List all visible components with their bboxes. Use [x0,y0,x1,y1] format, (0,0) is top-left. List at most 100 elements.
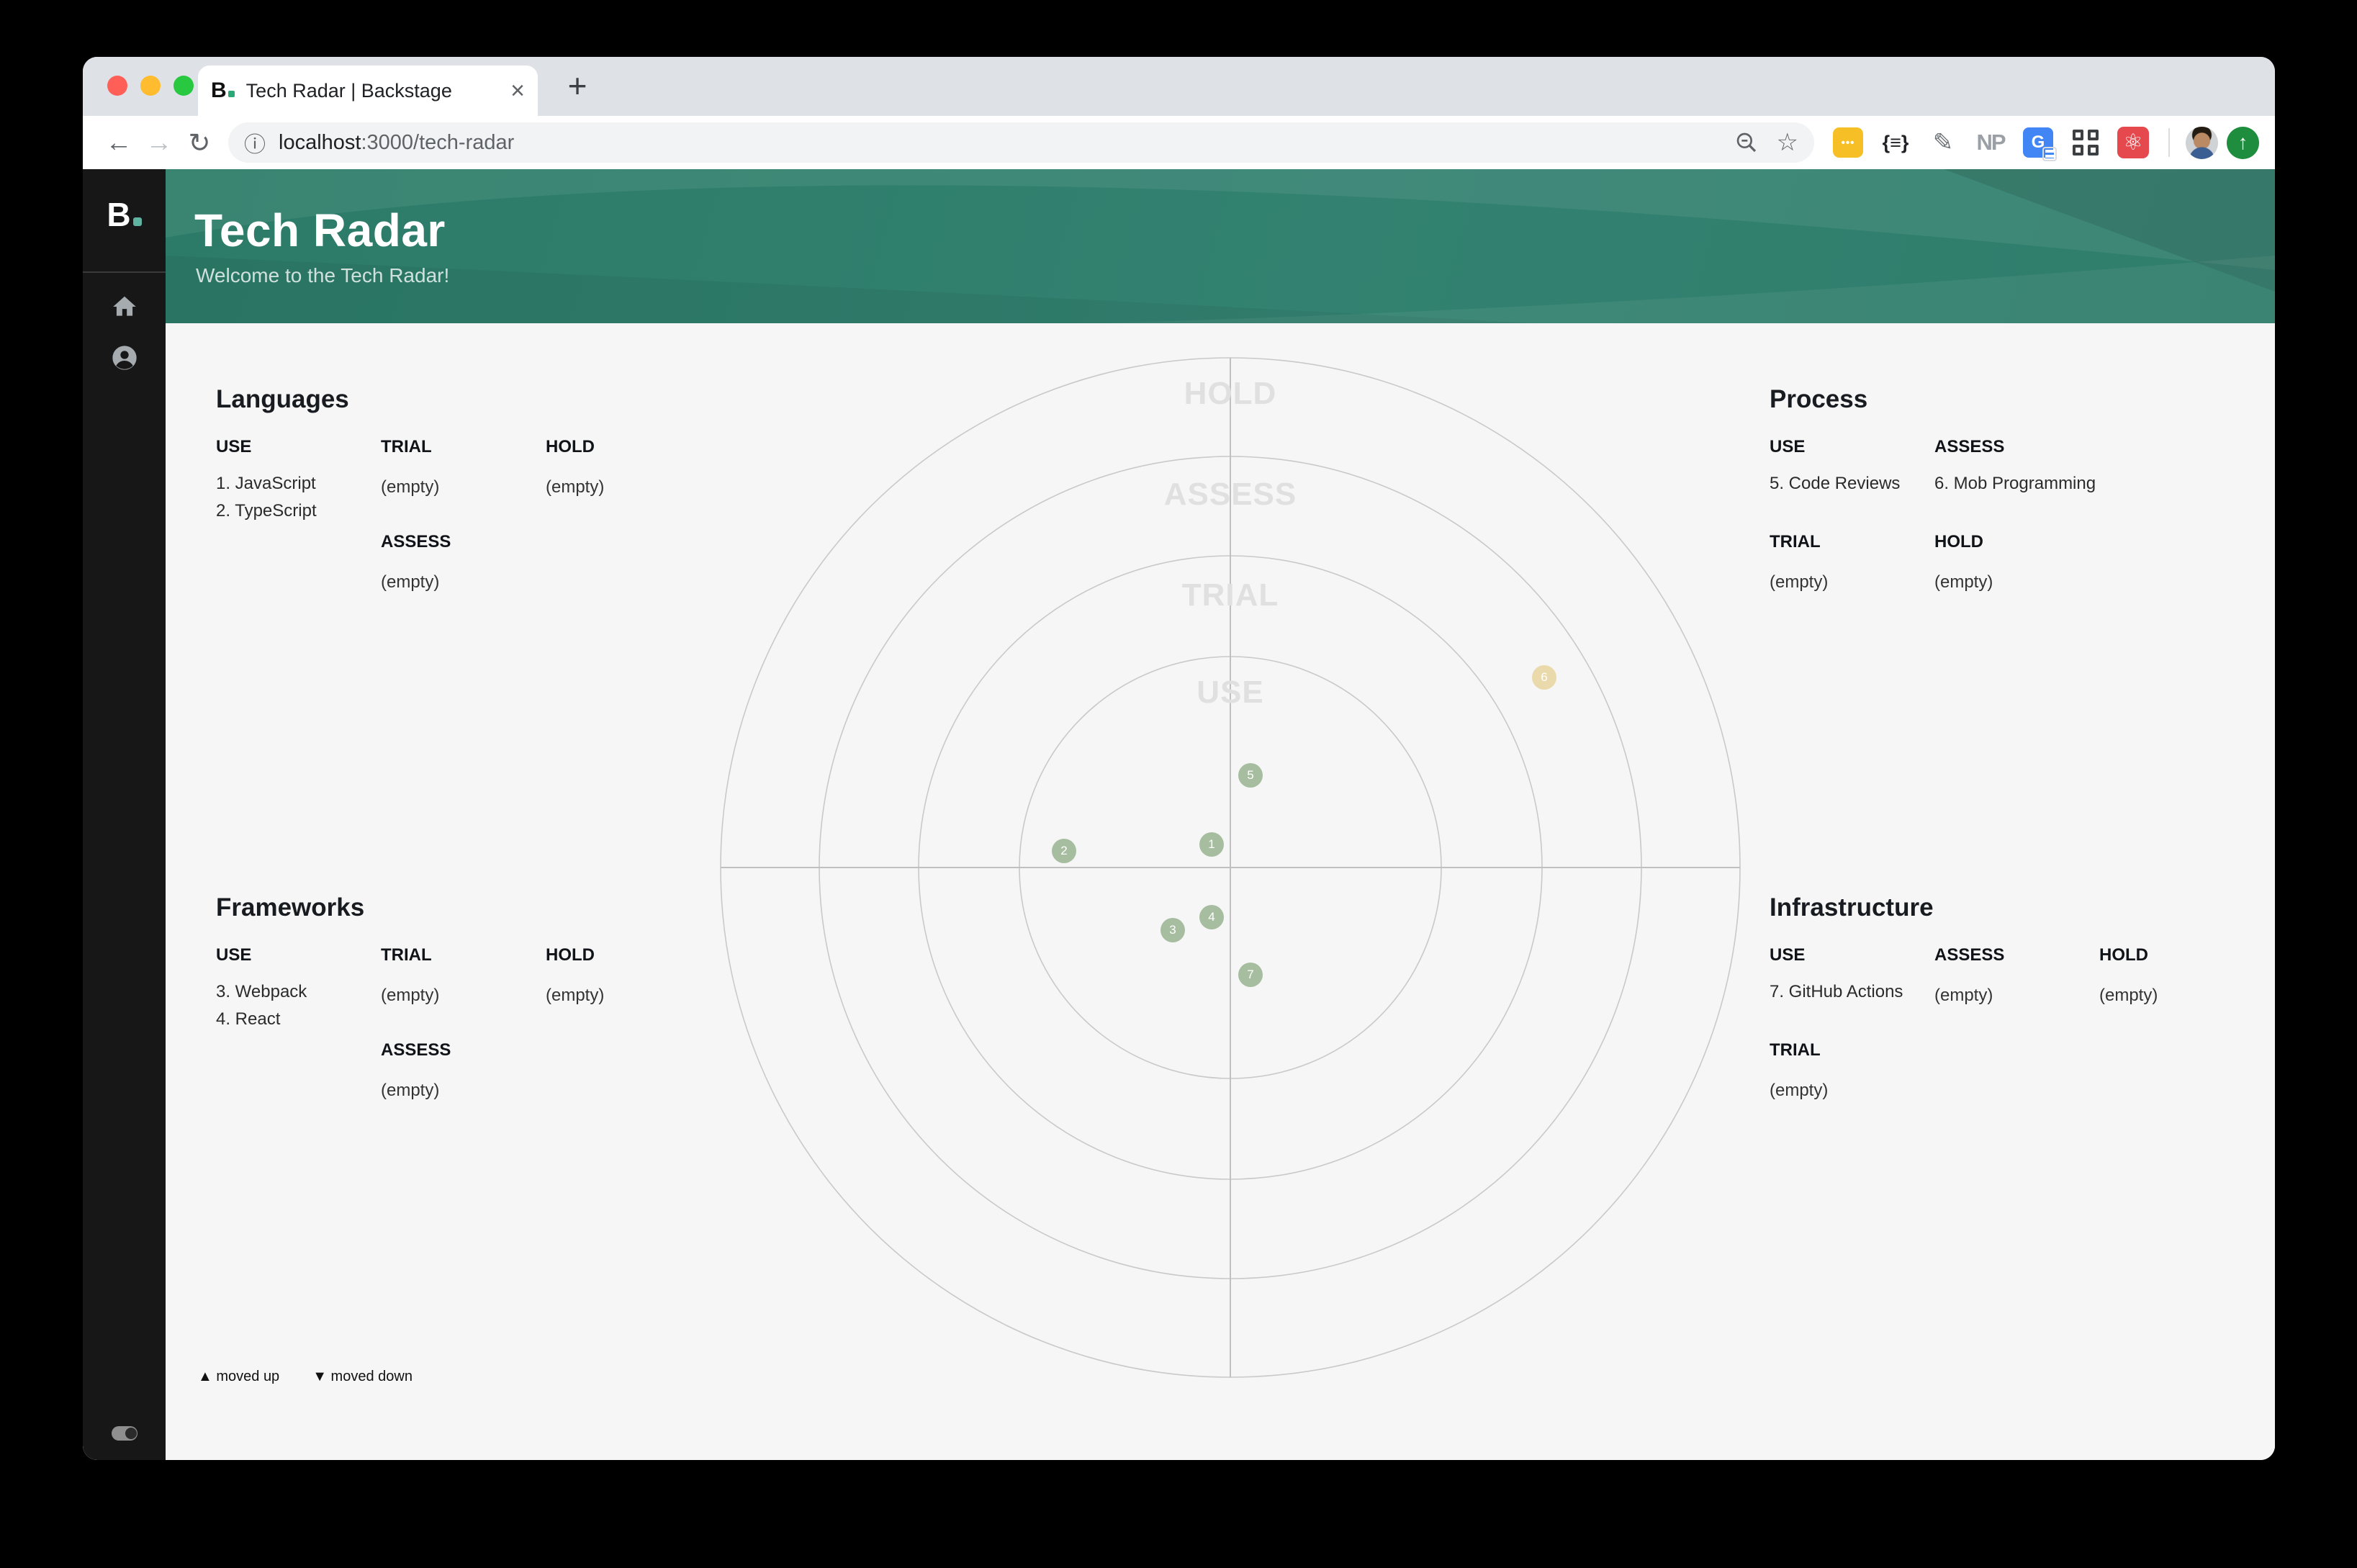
section-heading-use: USE [216,945,252,965]
toolbar-divider [2168,128,2170,157]
section-heading-assess: ASSESS [381,532,451,551]
tech-radar-content: HOLD ASSESS TRIAL USE 1 2 3 4 5 6 7 Lang… [166,323,2275,1460]
radar-entry[interactable]: 4. React [216,1006,381,1033]
section-heading-hold: HOLD [546,945,595,965]
grid-extension-icon[interactable] [2066,123,2105,162]
address-bar[interactable]: ⓘ localhost:3000/tech-radar ☆ [228,122,1814,163]
browser-tab[interactable]: B Tech Radar | Backstage × [198,66,538,116]
quadrant-frameworks: Frameworks USE 3. Webpack 4. React TRIAL… [216,893,720,1101]
zoom-out-icon[interactable] [1735,131,1758,154]
section-heading-trial: TRIAL [1770,532,1821,551]
quadrant-process: Process USE 5. Code Reviews TRIAL (empty… [1770,385,2273,592]
quadrant-title: Languages [216,385,349,413]
profile-avatar[interactable] [2186,126,2218,159]
sidebar-divider [83,271,166,273]
empty-state: (empty) [381,1081,440,1100]
empty-state: (empty) [381,986,440,1005]
empty-state: (empty) [546,477,605,497]
header-wave-decoration [166,169,2275,323]
json-formatter-extension-icon[interactable]: {≡} [1876,123,1915,162]
zoom-window-button[interactable] [173,76,194,96]
minimize-window-button[interactable] [140,76,161,96]
radar-blip-github-actions[interactable]: 7 [1238,963,1263,987]
page-title: Tech Radar [194,204,446,256]
section-heading-use: USE [216,437,252,456]
bookmark-star-icon[interactable]: ☆ [1777,128,1798,157]
theme-toggle[interactable] [112,1426,138,1441]
notes-extension-icon[interactable]: ✎ [1924,123,1962,162]
empty-state: (empty) [1770,1081,1829,1100]
radar-blip-webpack[interactable]: 3 [1161,918,1185,942]
radar-entry[interactable]: 3. Webpack [216,978,381,1006]
page-subtitle: Welcome to the Tech Radar! [196,264,450,287]
quadrant-languages: Languages USE 1. JavaScript 2. TypeScrip… [216,385,720,592]
ring-label-assess: ASSESS [1163,477,1297,512]
traffic-lights [107,76,194,96]
empty-state: (empty) [546,986,605,1005]
radar-entry[interactable]: 2. TypeScript [216,497,381,525]
section-heading-assess: ASSESS [1934,945,2005,965]
browser-window: B Tech Radar | Backstage × + ← → ↻ ⓘ loc… [83,57,2275,1460]
empty-state: (empty) [1934,986,1993,1005]
sidebar-item-user-settings[interactable] [83,343,166,372]
radar-blip-code-reviews[interactable]: 5 [1238,763,1263,788]
section-heading-hold: HOLD [546,437,595,456]
tab-title: Tech Radar | Backstage [245,79,452,102]
section-heading-hold: HOLD [2099,945,2148,965]
section-heading-assess: ASSESS [381,1040,451,1060]
extensions-row: ••• {≡} ✎ NP G ⚛ ↑ [1829,123,2259,162]
empty-state: (empty) [2099,986,2158,1005]
moved-up-legend: ▲ moved up [198,1369,280,1384]
empty-state: (empty) [381,572,440,592]
ring-label-use: USE [1196,675,1264,710]
site-info-icon[interactable]: ⓘ [244,127,266,158]
new-tab-button[interactable]: + [554,63,600,109]
react-devtools-extension-icon[interactable]: ⚛ [2114,123,2153,162]
empty-state: (empty) [1770,572,1829,592]
translate-extension-icon[interactable]: G [2019,123,2058,162]
sidebar-item-home[interactable] [83,293,166,320]
radar-blip-typescript[interactable]: 2 [1052,839,1076,863]
forward-button[interactable]: → [139,122,179,163]
np-extension-icon[interactable]: NP [1971,123,2010,162]
section-heading-trial: TRIAL [381,437,432,456]
radar-entry[interactable]: 6. Mob Programming [1934,470,2099,497]
ring-label-hold: HOLD [1184,376,1277,411]
close-window-button[interactable] [107,76,127,96]
close-tab-icon[interactable]: × [510,78,525,103]
section-heading-assess: ASSESS [1934,437,2005,456]
tab-strip: B Tech Radar | Backstage × + [83,57,2275,116]
quadrant-title: Frameworks [216,893,365,922]
section-heading-use: USE [1770,945,1806,965]
password-manager-extension-icon[interactable]: ••• [1829,123,1867,162]
section-heading-trial: TRIAL [1770,1040,1821,1060]
reload-button[interactable]: ↻ [179,122,220,163]
empty-state: (empty) [381,477,440,497]
quadrant-infrastructure: Infrastructure USE 7. GitHub Actions TRI… [1770,893,2273,1101]
radar-blip-mob-programming[interactable]: 6 [1532,665,1556,690]
section-heading-trial: TRIAL [381,945,432,965]
section-heading-use: USE [1770,437,1806,456]
backstage-favicon-icon: B [211,78,235,103]
backstage-logo[interactable]: B [83,195,166,234]
backstage-page: B Tech Radar Welcome to the Tech Radar! … [83,169,2275,1460]
ring-label-trial: TRIAL [1181,577,1279,613]
quadrant-title: Infrastructure [1770,893,1934,922]
empty-state: (empty) [1934,572,1993,592]
moved-down-legend: ▼ moved down [312,1369,413,1384]
url-text: localhost:3000/tech-radar [279,130,515,154]
sidebar: B [83,169,166,1460]
radar-entry[interactable]: 1. JavaScript [216,470,381,497]
radar-blip-react[interactable]: 4 [1199,905,1224,929]
radar-entry[interactable]: 5. Code Reviews [1770,470,1934,497]
browser-toolbar: ← → ↻ ⓘ localhost:3000/tech-radar ☆ ••• … [83,116,2275,169]
browser-update-icon[interactable]: ↑ [2227,126,2259,159]
back-button[interactable]: ← [99,122,139,163]
movement-legend: ▲ moved up ▼ moved down [198,1369,413,1385]
radar-blip-javascript[interactable]: 1 [1199,832,1224,857]
quadrant-title: Process [1770,385,1868,413]
logo-dot [132,217,142,226]
page-header: Tech Radar Welcome to the Tech Radar! [166,169,2275,323]
section-heading-hold: HOLD [1934,532,1983,551]
radar-entry[interactable]: 7. GitHub Actions [1770,978,1934,1006]
